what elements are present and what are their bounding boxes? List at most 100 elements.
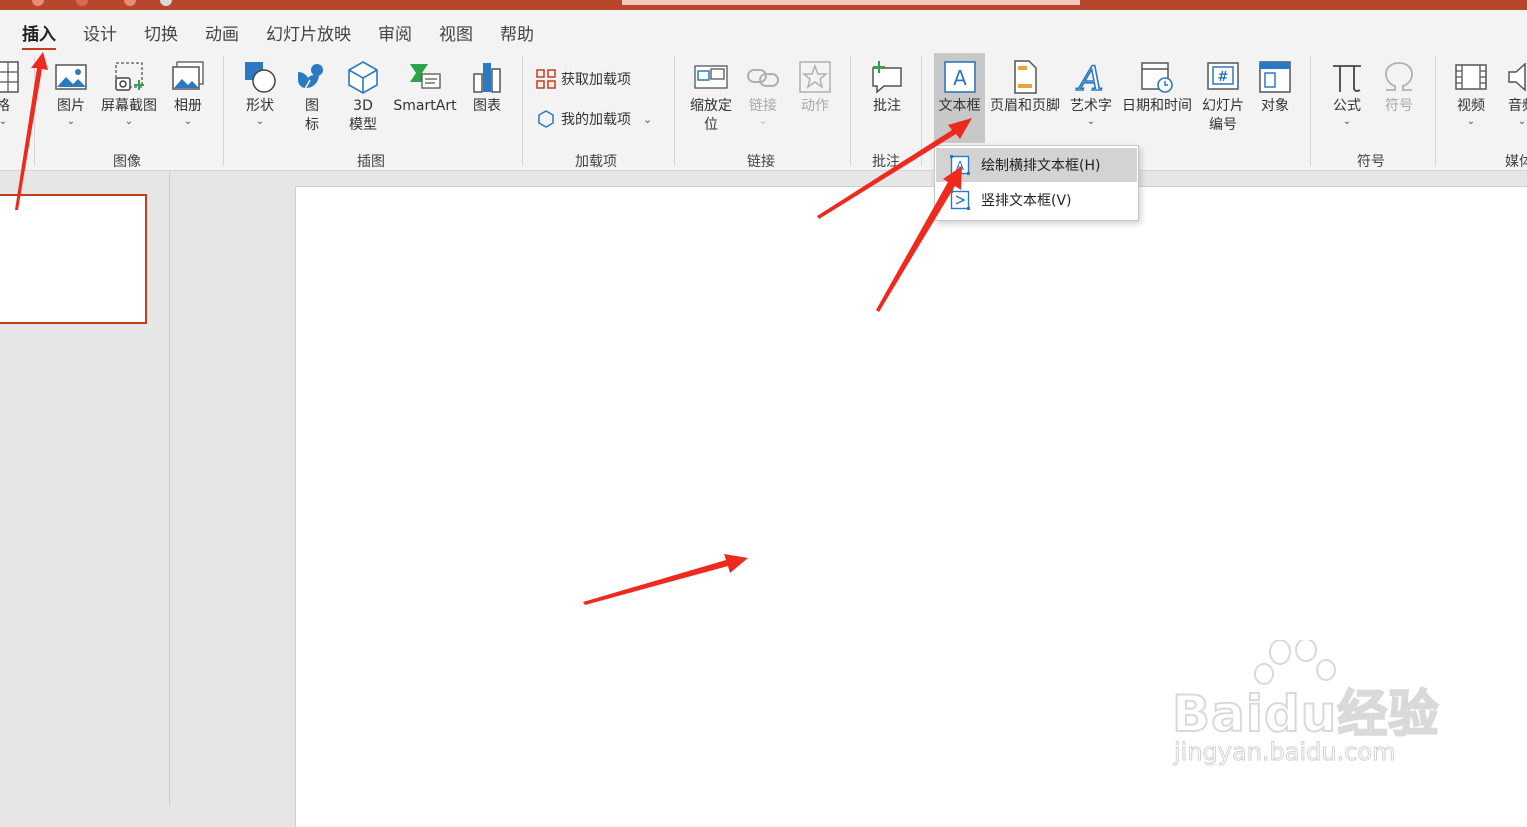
draw-horizontal-textbox-item[interactable]: A 绘制横排文本框(H) — [936, 148, 1137, 182]
table-button[interactable]: 格 ⌄ — [0, 60, 20, 128]
object-icon — [1259, 61, 1291, 93]
chart-label: 图表 — [473, 98, 501, 114]
comment-icon — [872, 61, 902, 94]
smartart-button[interactable]: SmartArt — [390, 60, 460, 116]
draw-horizontal-textbox-label: 绘制横排文本框(H) — [981, 158, 1101, 174]
addin-hexagon-icon — [538, 110, 554, 128]
equation-label: 公式 — [1333, 98, 1361, 114]
table-icon — [0, 61, 19, 93]
calendar-clock-icon — [1141, 62, 1173, 93]
tab-design[interactable]: 设计 — [83, 20, 117, 45]
get-addins-label: 获取加载项 — [561, 72, 631, 88]
group-divider — [34, 56, 35, 166]
illustrations-group-label: 插图 — [357, 154, 385, 170]
tab-view[interactable]: 视图 — [439, 20, 473, 45]
tab-help[interactable]: 帮助 — [500, 20, 534, 45]
tab-slideshow[interactable]: 幻灯片放映 — [266, 20, 351, 45]
chevron-down-icon: ⌄ — [255, 116, 265, 127]
store-icon — [536, 69, 556, 89]
object-button[interactable]: 对象 — [1256, 60, 1294, 116]
symbol-button[interactable]: 符号 — [1380, 60, 1418, 116]
textbox-button[interactable]: A 文本框 ⌄ — [934, 53, 985, 143]
video-label: 视频 — [1457, 98, 1485, 114]
group-divider — [921, 56, 922, 166]
get-addins-button[interactable]: 获取加载项 — [536, 69, 631, 89]
equation-button[interactable]: 公式 ⌄ — [1328, 60, 1366, 128]
group-divider — [1310, 56, 1311, 166]
slide-number-button[interactable]: # 幻灯片 编号 — [1199, 60, 1247, 135]
comment-button[interactable]: 批注 — [868, 60, 906, 116]
picture-icon — [55, 64, 87, 90]
bar-chart-icon — [473, 63, 501, 93]
3d-models-label: 3D 模型 — [349, 98, 377, 133]
video-button[interactable]: 视频 ⌄ — [1452, 60, 1490, 128]
svg-text:A: A — [1076, 60, 1104, 94]
quick-access-icon[interactable] — [32, 0, 44, 6]
comments-group-label: 批注 — [872, 154, 900, 170]
my-addins-label: 我的加载项 — [561, 112, 631, 128]
svg-text:A: A — [956, 159, 965, 173]
photo-album-button[interactable]: 相册 ⌄ — [169, 60, 207, 128]
pi-icon — [1333, 65, 1361, 92]
screenshot-icon — [115, 62, 144, 91]
smartart-icon — [410, 64, 441, 89]
ribbon-tabs: 插入 设计 切换 动画 幻灯片放映 审阅 视图 帮助 — [0, 10, 1527, 51]
action-label: 动作 — [801, 98, 829, 114]
symbol-label: 符号 — [1385, 98, 1413, 114]
watermark-logo-text: Baidu经验 — [1171, 684, 1440, 744]
tab-animations[interactable]: 动画 — [205, 20, 239, 45]
slide-thumbnail[interactable] — [0, 194, 147, 324]
customize-icon[interactable] — [160, 0, 172, 6]
icons-label: 图 标 — [305, 98, 319, 133]
screenshot-button[interactable]: 屏幕截图 ⌄ — [97, 60, 161, 128]
zoom-label: 缩放定 位 — [690, 98, 732, 133]
images-group-label: 图像 — [113, 154, 141, 170]
textbox-dropdown-menu: A 绘制横排文本框(H) 竖排文本框(V) — [934, 145, 1139, 221]
symbols-group-label: 符号 — [1357, 154, 1385, 170]
tab-review[interactable]: 审阅 — [378, 20, 412, 45]
chevron-down-icon: ⌄ — [183, 116, 193, 127]
header-footer-label: 页眉和页脚 — [990, 98, 1060, 114]
group-divider — [1435, 56, 1436, 166]
search-box[interactable] — [622, 0, 1080, 5]
undo-icon[interactable] — [76, 0, 88, 6]
tab-insert[interactable]: 插入 — [22, 20, 56, 51]
zoom-button[interactable]: 缩放定 位 — [686, 60, 736, 135]
chevron-down-icon: ⌄ — [1466, 116, 1476, 127]
zoom-slide-icon — [694, 65, 728, 89]
chevron-down-icon: ⌄ — [1086, 116, 1096, 127]
chevron-down-icon: ⌄ — [0, 116, 7, 128]
vertical-textbox-label: 竖排文本框(V) — [981, 193, 1072, 209]
action-button[interactable]: 动作 — [796, 60, 834, 116]
horizontal-textbox-icon: A — [950, 155, 970, 175]
group-divider — [674, 56, 675, 166]
chevron-down-icon: ⌄ — [66, 116, 76, 127]
group-divider — [522, 56, 523, 166]
icons-button[interactable]: 图 标 — [293, 60, 331, 135]
chevron-down-icon: ⌄ — [1342, 116, 1352, 127]
chevron-down-icon: ⌄ — [1517, 116, 1527, 127]
link-button[interactable]: 链接 ⌄ — [744, 60, 782, 128]
vertical-textbox-icon — [950, 190, 970, 210]
wordart-button[interactable]: A 艺术字 ⌄ — [1068, 60, 1114, 128]
omega-icon — [1385, 62, 1413, 91]
vertical-textbox-item[interactable]: 竖排文本框(V) — [936, 183, 1137, 217]
chart-button[interactable]: 图表 — [468, 60, 506, 116]
header-footer-button[interactable]: 页眉和页脚 — [987, 60, 1063, 116]
title-bar — [0, 0, 1527, 10]
table-label: 格 — [0, 97, 10, 116]
3d-models-button[interactable]: 3D 模型 — [343, 60, 383, 135]
date-time-button[interactable]: 日期和时间 — [1119, 60, 1195, 116]
shapes-button[interactable]: 形状 ⌄ — [241, 60, 279, 128]
media-group-label: 媒体 — [1505, 154, 1527, 170]
chevron-down-icon: ⌄ — [758, 116, 768, 127]
redo-icon[interactable] — [124, 0, 136, 6]
audio-button[interactable]: 音频 ⌄ — [1503, 60, 1527, 128]
group-divider — [223, 56, 224, 166]
shapes-label: 形状 — [246, 98, 274, 114]
my-addins-button[interactable]: 我的加载项 ⌄ — [536, 109, 652, 129]
chevron-down-icon: ⌄ — [643, 112, 653, 126]
svg-text:A: A — [953, 66, 967, 90]
pictures-button[interactable]: 图片 ⌄ — [52, 60, 90, 128]
tab-transitions[interactable]: 切换 — [144, 20, 178, 45]
